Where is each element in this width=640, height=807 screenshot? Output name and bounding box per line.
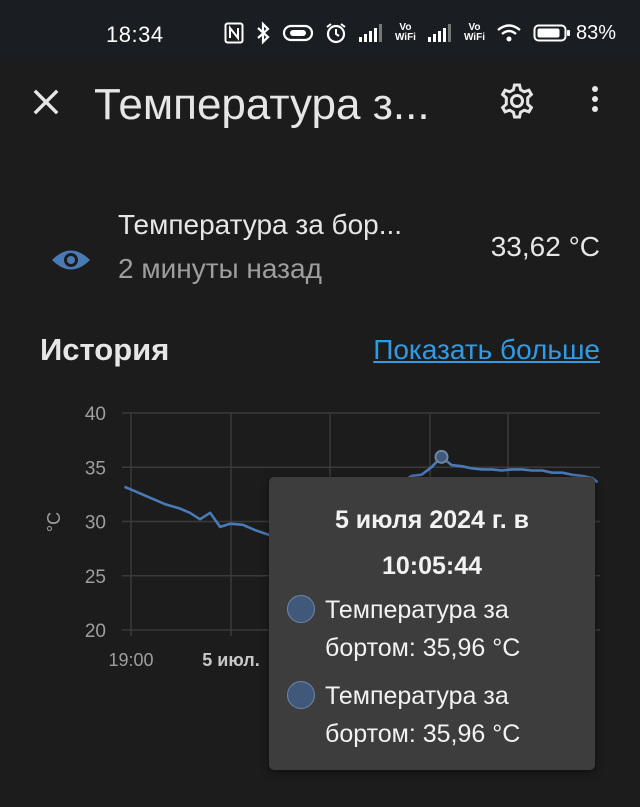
gear-icon <box>500 83 534 119</box>
bluetooth-icon <box>257 21 270 45</box>
status-bar: 18:34 Vo WiFi Vo WiFi 83% <box>0 0 640 58</box>
page-title: Температура з... <box>94 80 430 129</box>
chart-y-tick-label: 25 <box>85 567 106 588</box>
chart-y-label: °C <box>44 512 64 532</box>
chart-y-tick-label: 30 <box>85 513 106 534</box>
tooltip-item: Температура за бортом: 35,96 °C <box>287 591 587 667</box>
series-color-dot <box>287 681 315 709</box>
entity-last-changed: 2 минуты назад <box>118 253 322 284</box>
entity-name: Температура за бор... <box>118 209 403 240</box>
entity-value: 33,62 °C <box>490 231 600 262</box>
volte-wifi-badge-1: Vo WiFi <box>394 22 416 43</box>
chart-y-ticks: 20 25 30 35 40 <box>85 404 106 642</box>
signal-icon-2 <box>427 24 451 42</box>
chart-x-tick-label: 19:00 <box>108 650 153 670</box>
tooltip-item: Температура за бортом: 35,96 °C <box>287 677 587 753</box>
entity-row[interactable]: Температура за бор... 2 минуты назад 33,… <box>0 195 640 305</box>
battery-icon <box>533 24 570 42</box>
nfc-icon <box>224 22 244 44</box>
close-icon <box>33 89 59 115</box>
vibration-icon <box>282 24 314 42</box>
chart-y-tick-label: 40 <box>85 404 106 425</box>
alarm-icon <box>326 23 346 44</box>
tooltip-date: 5 июля 2024 г. в 10:05:44 <box>334 506 530 580</box>
chart-tooltip: 5 июля 2024 г. в 10:05:44 Температура за… <box>269 477 595 770</box>
settings-button[interactable] <box>496 80 538 122</box>
wifi-icon <box>497 24 521 42</box>
status-time: 18:34 <box>106 22 164 47</box>
chart-y-tick-label: 35 <box>85 458 106 479</box>
more-options-button[interactable] <box>580 80 610 122</box>
show-more-link[interactable]: Показать больше <box>373 334 600 366</box>
history-title: История <box>40 332 170 367</box>
app-bar: Температура з... <box>0 58 640 158</box>
chart-y-tick-label: 20 <box>85 621 106 642</box>
more-vertical-icon <box>592 86 598 112</box>
volte-wifi-badge-2: Vo WiFi <box>463 22 485 43</box>
series-color-dot <box>287 595 315 623</box>
status-icons: Vo WiFi Vo WiFi 83% <box>224 19 616 47</box>
eye-icon <box>52 250 90 270</box>
close-button[interactable] <box>26 82 66 122</box>
chart-highlight-point <box>434 449 449 464</box>
chart-x-tick-label: 5 июл. <box>202 650 259 670</box>
battery-percent: 83% <box>575 21 616 44</box>
signal-icon-1 <box>358 24 382 42</box>
